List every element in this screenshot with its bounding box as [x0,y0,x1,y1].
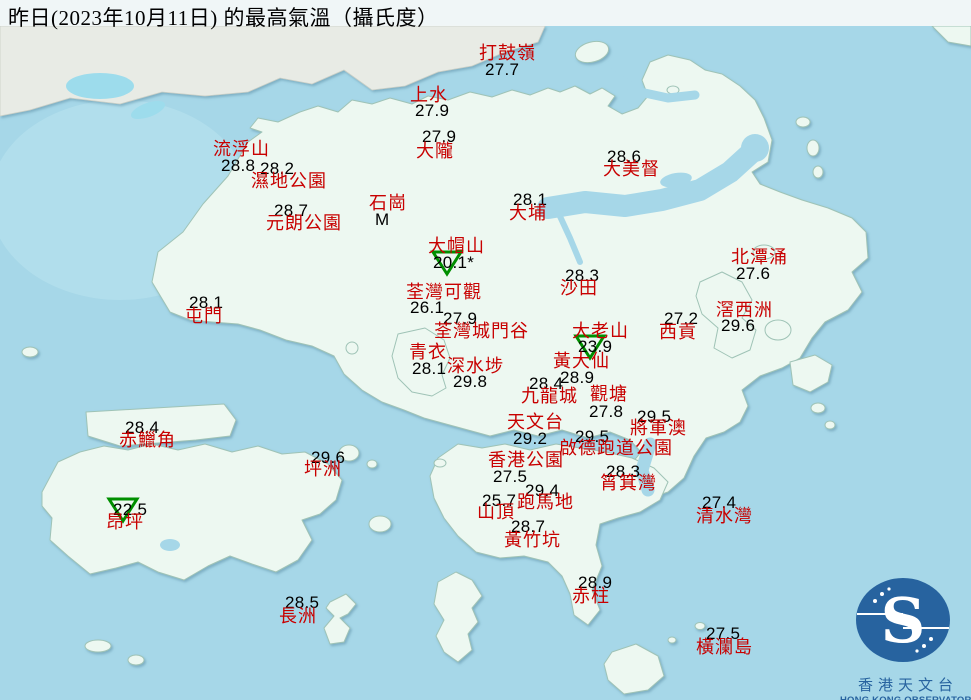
station-name: 九龍城 [521,386,578,406]
station-name: 長洲 [279,606,317,626]
station-value: 20.1* [433,253,475,272]
station-name: 荃灣可觀 [406,282,482,302]
station-value: 27.6 [736,264,771,283]
station-value: 28.1 [412,359,447,378]
station-name: 大老山 [572,321,629,341]
station-name: 大帽山 [428,236,485,256]
logo-s-glyph: S [881,584,926,657]
station-name: 大隴 [416,141,454,161]
station-value: 27.5 [493,467,528,486]
station-name: 赤柱 [572,586,610,606]
station-name: 流浮山 [213,139,270,159]
station-name: 赤鱲角 [119,430,176,450]
station-name: 觀塘 [590,384,628,404]
station-name: 沙田 [560,278,598,298]
stations-layer: 打鼓嶺 27.7 上水 27.9 27.9 大隴 流浮山 28.8 28.2 濕地公園 28.7 元朗… [0,0,971,700]
station-name: 清水灣 [696,506,753,526]
station-name: 大埔 [509,203,547,223]
station-name: 濕地公園 [251,171,327,191]
station-name: 屯門 [185,306,223,326]
station-name: 跑馬地 [517,492,574,512]
station-name: 啟德跑道公園 [559,438,673,458]
station-name: 將軍澳 [630,418,687,438]
station-value: M [375,210,390,229]
station-value: 27.7 [485,60,520,79]
station-name: 深水埗 [447,356,504,376]
station-name: 山頂 [477,502,515,522]
station-name: 滘西洲 [716,300,773,320]
hko-logo-icon: S [856,578,950,662]
logo-name-en: HONG KONG OBSERVATORY [840,695,971,700]
station-name: 昂坪 [106,512,144,532]
station-name: 荃灣城門谷 [434,321,529,341]
station-name: 元朗公園 [266,213,342,233]
station-name: 上水 [410,85,448,105]
station-name: 青衣 [409,342,447,362]
station-name: 石崗 [369,193,407,213]
station-name: 西貢 [659,322,697,342]
station-name: 橫瀾島 [696,637,753,657]
station-name: 大美督 [603,159,660,179]
station-value: 27.8 [589,402,624,421]
station-name: 黃竹坑 [504,530,561,550]
map-title: 昨日(2023年10月11日) 的最高氣溫（攝氏度） [8,6,439,30]
logo-name-cn: 香港天文台 [857,678,958,694]
station-name: 天文台 [507,412,564,432]
hko-logo: S 香港天文台 HONG KONG OBSERVATORY [840,572,971,700]
station-name: 香港公園 [488,450,564,470]
station-name: 打鼓嶺 [479,43,536,63]
station-value: 29.2 [513,429,548,448]
station-name: 北潭涌 [731,247,788,267]
station-name: 黃大仙 [553,351,610,371]
weather-map-page: 昨日(2023年10月11日) 的最高氣溫（攝氏度） 打鼓嶺 27.7 上水 27.9… [0,0,971,700]
station-name: 筲箕灣 [600,473,657,493]
station-name: 坪洲 [304,459,342,479]
